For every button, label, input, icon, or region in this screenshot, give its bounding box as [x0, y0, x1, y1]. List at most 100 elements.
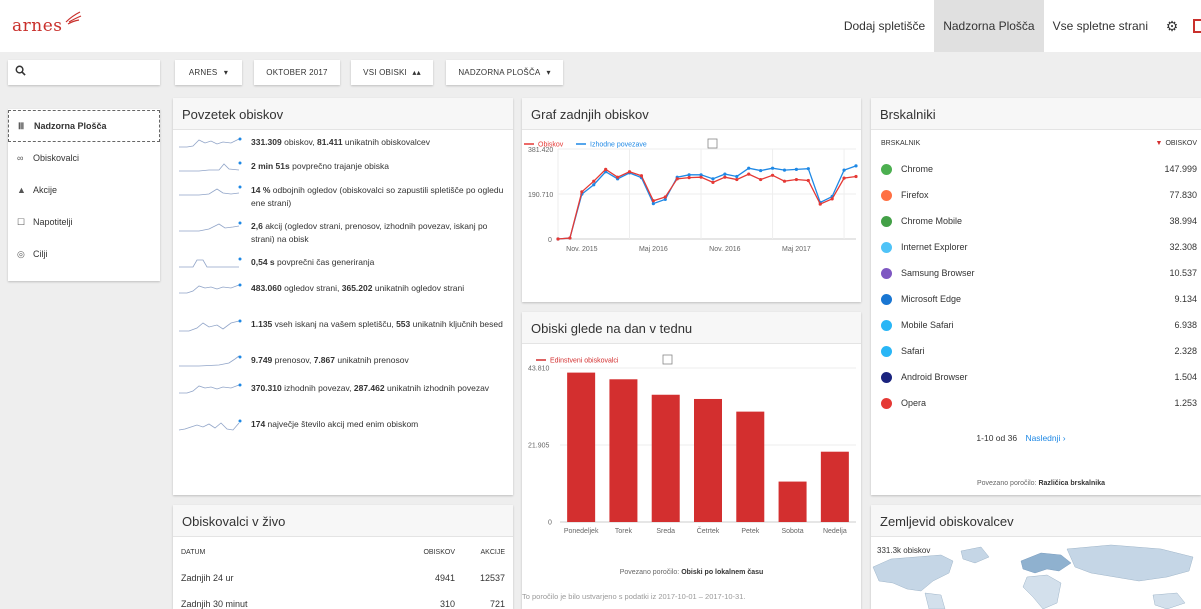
data-point[interactable]	[782, 179, 787, 183]
data-point[interactable]	[604, 167, 608, 171]
related-report-link[interactable]: Različica brskalnika	[1038, 480, 1105, 487]
data-point[interactable]	[627, 170, 632, 174]
data-point[interactable]	[782, 168, 787, 172]
bar[interactable]	[736, 411, 765, 522]
sparkline-icon[interactable]	[177, 418, 245, 432]
bar[interactable]	[567, 372, 596, 522]
data-point[interactable]	[723, 175, 727, 179]
browser-row[interactable]: Opera 1.253	[871, 390, 1201, 416]
sidebar-item-goals[interactable]: ◎ Cilji	[8, 238, 160, 270]
site-selector-button[interactable]: ARNES ▾	[175, 60, 242, 85]
data-point[interactable]	[687, 176, 691, 180]
data-point[interactable]	[735, 177, 739, 182]
x-tick-label: Četrtek	[697, 526, 720, 535]
data-point[interactable]	[842, 176, 846, 180]
sparkline-icon[interactable]	[177, 136, 245, 150]
data-point[interactable]	[747, 172, 751, 176]
data-point[interactable]	[616, 175, 620, 179]
data-point[interactable]	[568, 236, 572, 240]
sidebar-item-actions[interactable]: ▲ Akcije	[8, 174, 160, 206]
related-report-link[interactable]: Obiski po lokalnem času	[681, 569, 763, 576]
data-point[interactable]	[639, 174, 644, 178]
browser-row[interactable]: Android Browser 1.504	[871, 364, 1201, 390]
nav-all-sites[interactable]: Vse spletne strani	[1044, 0, 1157, 52]
data-point[interactable]	[794, 177, 798, 182]
bar[interactable]	[778, 481, 807, 522]
data-point[interactable]	[794, 167, 798, 171]
data-point[interactable]	[770, 173, 775, 177]
data-point[interactable]	[806, 178, 810, 183]
period-selector-button[interactable]: OKTOBER 2017	[254, 60, 340, 85]
data-point[interactable]	[592, 179, 596, 183]
browser-row[interactable]: Firefox 77.830	[871, 182, 1201, 208]
series-line[interactable]	[557, 168, 857, 240]
chart-image-icon[interactable]	[707, 138, 718, 149]
data-point[interactable]	[830, 197, 834, 201]
data-point[interactable]	[759, 168, 763, 173]
nav-dashboard[interactable]: Nadzorna Plošča	[934, 0, 1044, 52]
col-visits[interactable]: OBISKOV	[1165, 140, 1197, 147]
nav-add-site[interactable]: Dodaj spletišče	[835, 0, 934, 52]
series-line[interactable]	[557, 165, 857, 240]
browser-row[interactable]: Microsoft Edge 9.134	[871, 286, 1201, 312]
sparkline-icon[interactable]	[177, 382, 245, 396]
sparkline-icon[interactable]	[177, 282, 245, 296]
summary-value: 2,6	[251, 221, 263, 231]
view-selector-button[interactable]: NADZORNA PLOŠČA ▾	[446, 60, 563, 85]
col-date: DATUM	[181, 548, 206, 556]
data-point[interactable]	[580, 190, 584, 194]
data-point[interactable]	[556, 237, 560, 241]
sparkline-icon[interactable]	[177, 318, 245, 332]
chart-image-icon[interactable]	[662, 354, 673, 365]
sparkline-icon[interactable]	[177, 184, 245, 198]
arnes-logo[interactable]: arnes	[12, 16, 63, 36]
browser-row[interactable]: Chrome Mobile 38.994	[871, 208, 1201, 234]
segment-selector-button[interactable]: VSI OBISKI ▴▴	[351, 60, 433, 85]
sidebar-item-visitors[interactable]: ∞ Obiskovalci	[8, 142, 160, 174]
data-point[interactable]	[854, 174, 858, 179]
sparkline-icon[interactable]	[177, 160, 245, 174]
sparkline-path	[179, 188, 240, 196]
data-point[interactable]	[723, 172, 727, 176]
data-point[interactable]	[663, 195, 667, 199]
browser-name: Chrome	[901, 164, 934, 174]
browser-row[interactable]: Chrome 147.999	[871, 156, 1201, 182]
sparkline-icon[interactable]	[177, 220, 245, 234]
data-point[interactable]	[651, 202, 655, 206]
logout-icon[interactable]	[1193, 19, 1201, 33]
browser-row[interactable]: Safari 2.328	[871, 338, 1201, 364]
data-point[interactable]	[651, 199, 655, 203]
data-point[interactable]	[711, 177, 715, 181]
bar[interactable]	[609, 379, 638, 522]
data-point[interactable]	[770, 166, 775, 170]
data-point[interactable]	[687, 173, 691, 177]
search-input[interactable]	[30, 63, 155, 82]
sparkline-icon[interactable]	[177, 256, 245, 270]
legend-exits-label[interactable]: Izhodne povezave	[590, 142, 647, 149]
sparkline-icon[interactable]	[177, 354, 245, 368]
data-point[interactable]	[711, 180, 715, 184]
data-point[interactable]	[592, 183, 596, 187]
legend-label[interactable]: Edinstveni obiskovalci	[550, 358, 619, 365]
data-point[interactable]	[818, 202, 822, 206]
browser-row[interactable]: Mobile Safari 6.938	[871, 312, 1201, 338]
browser-row[interactable]: Samsung Browser 10.537	[871, 260, 1201, 286]
col-browser[interactable]: BRSKALNIK	[881, 140, 1156, 147]
browser-row[interactable]: Internet Explorer 32.308	[871, 234, 1201, 260]
data-point[interactable]	[806, 167, 810, 171]
data-point[interactable]	[747, 166, 751, 170]
search-box[interactable]	[8, 60, 160, 85]
data-point[interactable]	[759, 177, 763, 182]
bar[interactable]	[651, 394, 680, 522]
data-point[interactable]	[699, 175, 703, 179]
bar[interactable]	[820, 451, 849, 522]
data-point[interactable]	[735, 174, 739, 179]
data-point[interactable]	[854, 164, 858, 168]
data-point[interactable]	[675, 177, 679, 181]
data-point[interactable]	[842, 168, 846, 172]
bar[interactable]	[694, 398, 722, 522]
gear-icon[interactable]: ⚙	[1157, 0, 1187, 52]
sidebar-item-dashboard[interactable]: Ⅲ Nadzorna Plošča	[8, 110, 160, 142]
pagination-next-link[interactable]: Naslednji ›	[1025, 433, 1065, 443]
sidebar-item-referrers[interactable]: ☐ Napotitelji	[8, 206, 160, 238]
